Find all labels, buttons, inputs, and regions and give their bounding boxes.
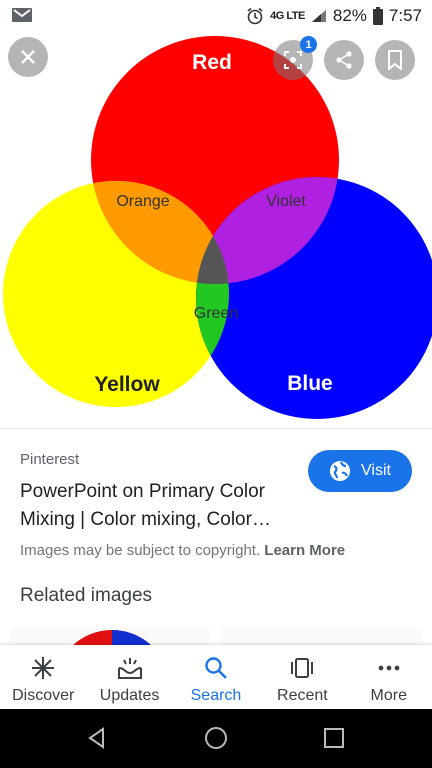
nav-more[interactable]: More — [346, 645, 432, 709]
network-type: 4G LTE — [270, 10, 305, 22]
related-images-heading: Related images — [20, 585, 153, 606]
nav-search[interactable]: Search — [173, 645, 259, 709]
clock: 7:57 — [388, 6, 422, 25]
share-icon — [336, 51, 352, 69]
nav-discover[interactable]: Discover — [0, 645, 86, 709]
nav-search-label: Search — [190, 687, 242, 704]
yellow-label: Yellow — [94, 373, 160, 396]
alarm-icon — [247, 7, 263, 25]
violet-label: Violet — [266, 193, 306, 210]
search-icon — [205, 657, 227, 679]
nav-recent-label: Recent — [277, 687, 328, 704]
updates-icon — [117, 658, 142, 679]
nav-more-label: More — [370, 687, 407, 704]
home-icon[interactable] — [204, 726, 228, 750]
orange-label: Orange — [116, 193, 169, 210]
close-button[interactable] — [8, 37, 48, 77]
gmail-icon — [12, 8, 32, 22]
status-bar: 4G LTE 82% 7:57 — [0, 0, 432, 32]
share-button[interactable] — [324, 40, 364, 80]
copyright-text: Images may be subject to copyright. — [20, 542, 261, 559]
recents-icon[interactable] — [322, 726, 346, 750]
nav-updates-label: Updates — [99, 687, 160, 704]
lens-badge: 1 — [300, 36, 317, 53]
nav-discover-label: Discover — [12, 687, 75, 704]
divider — [0, 428, 432, 429]
bookmark-icon — [388, 50, 402, 70]
result-title[interactable]: PowerPoint on Primary Color Mixing | Col… — [20, 478, 300, 534]
bottom-navigation: Discover Updates Search Recent More — [0, 645, 432, 709]
system-navigation-bar — [0, 709, 432, 768]
battery-icon — [372, 7, 383, 25]
battery-percent: 82% — [332, 6, 367, 25]
nav-updates[interactable]: Updates — [86, 645, 172, 709]
lens-icon — [284, 51, 302, 69]
back-icon[interactable] — [85, 726, 109, 750]
nav-recent[interactable]: Recent — [259, 645, 345, 709]
visit-label: Visit — [361, 462, 391, 479]
asterisk-icon — [32, 657, 55, 679]
green-label: Green — [194, 305, 238, 322]
red-label: Red — [192, 51, 232, 74]
color-mixing-venn-image: Red Yellow Blue Orange Violet Green — [3, 36, 432, 419]
result-source: Pinterest — [20, 451, 80, 468]
copyright-notice: Images may be subject to copyright. Lear… — [20, 542, 345, 559]
signal-icon — [311, 10, 326, 22]
close-icon — [21, 50, 35, 64]
visit-button[interactable]: Visit — [308, 450, 412, 492]
recent-icon — [291, 658, 314, 678]
save-button[interactable] — [375, 40, 415, 80]
more-icon — [378, 665, 400, 671]
lens-button[interactable]: 1 — [273, 36, 317, 80]
blue-label: Blue — [287, 372, 333, 395]
globe-icon — [330, 461, 351, 481]
learn-more-link[interactable]: Learn More — [264, 542, 345, 559]
image-viewer[interactable]: Red Yellow Blue Orange Violet Green 1 — [0, 32, 432, 428]
